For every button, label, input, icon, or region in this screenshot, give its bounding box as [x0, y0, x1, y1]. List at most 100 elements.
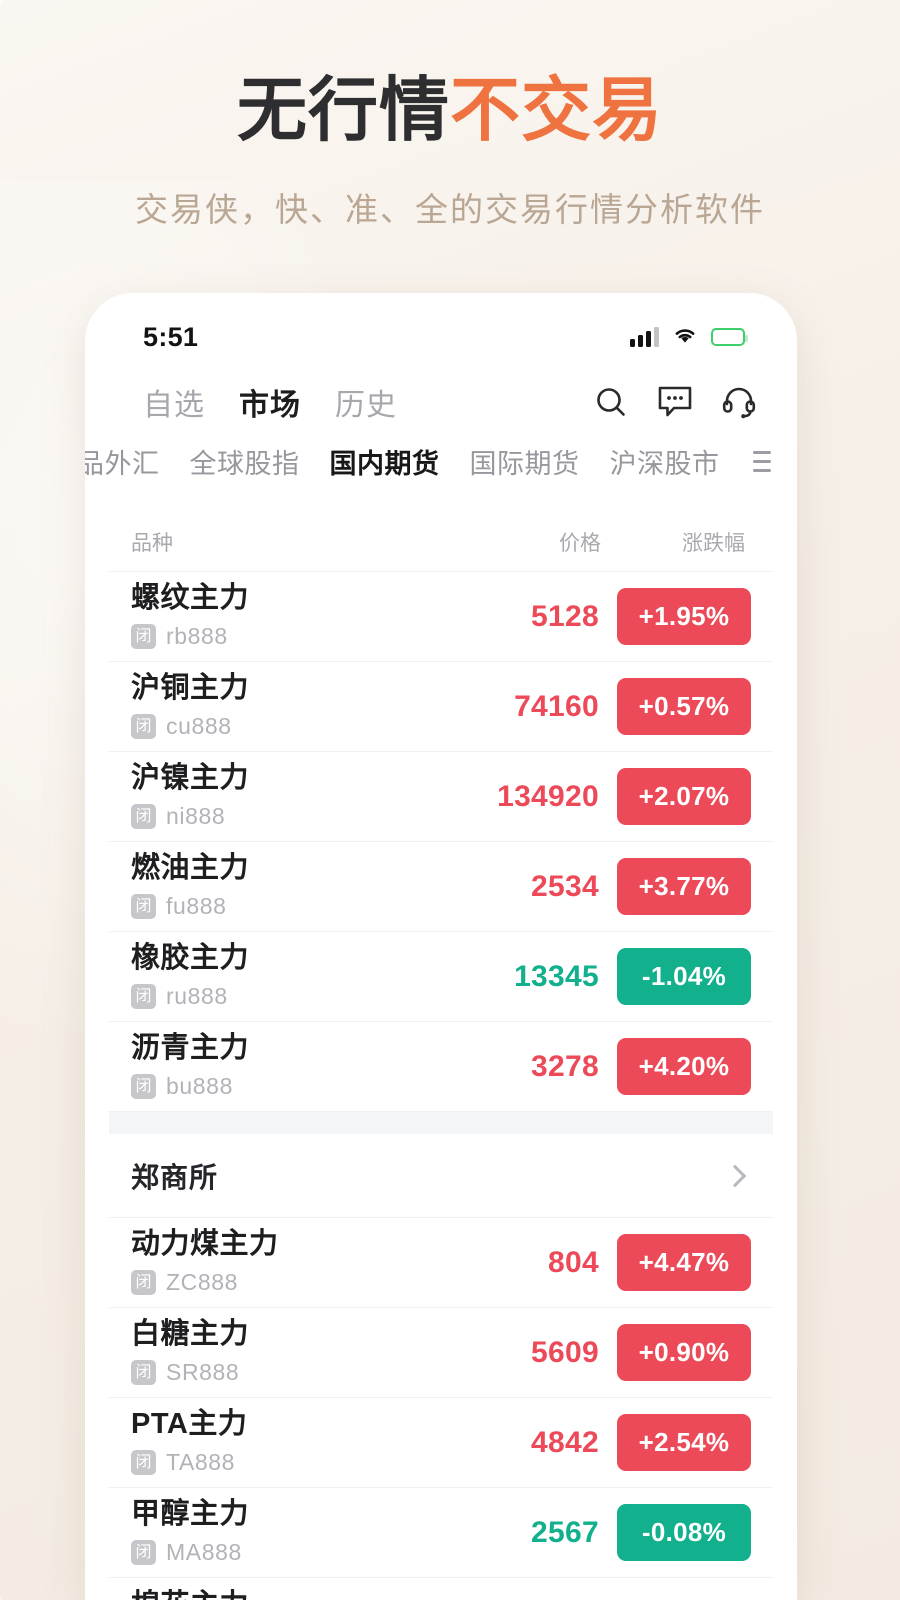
change-badge: +1.95% [617, 588, 751, 645]
tab-domestic-futures-label: 国内期货 [329, 448, 440, 479]
row-main: 动力煤主力 闭 ZC888 [131, 1227, 449, 1297]
table-row[interactable]: 棉花主力 闭 [109, 1578, 773, 1600]
change-badge: +0.57% [617, 678, 751, 735]
row-instrument-name: 沥青主力 [131, 1031, 250, 1064]
row-instrument-code: rb888 [166, 623, 228, 650]
row-price: 5128 [531, 599, 599, 633]
change-badge: +4.20% [617, 1038, 751, 1095]
row-instrument-code: cu888 [166, 713, 232, 740]
tab-international-futures[interactable]: 国际期货 [470, 442, 580, 481]
row-instrument-code: ru888 [166, 983, 228, 1010]
tab-forex[interactable]: 品外汇 [85, 442, 160, 481]
row-main: 沥青主力 闭 bu888 [131, 1031, 449, 1101]
main-navigation: 自选 市场 历史 [85, 367, 797, 429]
row-instrument-code: bu888 [166, 1073, 233, 1100]
row-main: 甲醇主力 闭 MA888 [131, 1497, 449, 1567]
status-icons: ⚡ [630, 325, 748, 350]
row-instrument-code: fu888 [166, 893, 227, 920]
row-change: +2.07% [617, 768, 751, 825]
row-price: 2567 [531, 1515, 599, 1549]
category-tabs-scroller[interactable]: 品外汇 全球股指 国内期货 国际期货 沪深股市 [85, 442, 753, 481]
promo-headline-part2: 不交易 [450, 71, 663, 149]
row-instrument-name: 沪铜主力 [131, 671, 250, 704]
promo-header: 无行情不交易 交易侠，快、准、全的交易行情分析软件 [0, 0, 900, 231]
row-price: 74160 [514, 689, 599, 723]
change-badge: +3.77% [617, 858, 751, 915]
row-instrument-code: ZC888 [166, 1269, 239, 1296]
table-row[interactable]: 动力煤主力 闭 ZC888 804 +4.47% [109, 1218, 773, 1308]
chevron-right-icon [723, 1164, 747, 1187]
market-closed-badge: 闭 [131, 804, 156, 830]
main-nav-tab-watchlist[interactable]: 自选 [143, 380, 205, 424]
headset-support-icon[interactable] [721, 384, 757, 420]
tab-domestic-futures[interactable]: 国内期货 [330, 442, 440, 481]
row-subline: 闭 cu888 [131, 713, 449, 740]
row-subline: 闭 bu888 [131, 1073, 449, 1100]
tab-global-indices[interactable]: 全球股指 [190, 442, 300, 481]
market-closed-badge: 闭 [131, 984, 156, 1010]
section-header-zhengzhou[interactable]: 郑商所 [109, 1134, 773, 1218]
table-row[interactable]: 白糖主力 闭 SR888 5609 +0.90% [109, 1308, 773, 1398]
chat-bubble-icon[interactable] [657, 385, 693, 419]
table-row[interactable]: 燃油主力 闭 fu888 2534 +3.77% [109, 842, 773, 932]
table-row[interactable]: 沪铜主力 闭 cu888 74160 +0.57% [109, 662, 773, 752]
column-header-change: 涨跌幅 [682, 532, 745, 555]
row-instrument-name: 动力煤主力 [131, 1227, 279, 1260]
row-change: +1.95% [617, 588, 751, 645]
table-row[interactable]: 橡胶主力 闭 ru888 13345 -1.04% [109, 932, 773, 1022]
table-row[interactable]: 螺纹主力 闭 rb888 5128 +1.95% [109, 572, 773, 662]
section-title: 郑商所 [131, 1161, 219, 1193]
row-instrument-name: PTA主力 [131, 1407, 248, 1440]
row-subline: 闭 ni888 [131, 803, 449, 830]
wifi-icon [672, 325, 698, 350]
tab-a-shares[interactable]: 沪深股市 [610, 442, 720, 481]
market-closed-badge: 闭 [131, 1540, 156, 1566]
change-badge: -0.08% [617, 1504, 751, 1561]
main-nav-tab-market[interactable]: 市场 [239, 380, 301, 424]
quote-list-section-2: 动力煤主力 闭 ZC888 804 +4.47% 白糖主力 闭 SR888 56… [85, 1218, 797, 1600]
table-row[interactable]: 甲醇主力 闭 MA888 2567 -0.08% [109, 1488, 773, 1578]
table-row[interactable]: 沥青主力 闭 bu888 3278 +4.20% [109, 1022, 773, 1112]
row-instrument-name: 棉花主力 [131, 1589, 449, 1600]
column-header-name: 品种 [131, 532, 173, 555]
row-subline: 闭 TA888 [131, 1449, 449, 1476]
main-nav-tab-history[interactable]: 历史 [335, 380, 397, 424]
promo-subheadline: 交易侠，快、准、全的交易行情分析软件 [135, 190, 765, 228]
row-main: 沪铜主力 闭 cu888 [131, 671, 449, 741]
row-price: 3278 [531, 1049, 599, 1083]
status-bar: 5:51 ⚡ [85, 293, 797, 367]
row-instrument-name: 沪镍主力 [131, 761, 250, 794]
hamburger-menu-icon[interactable] [753, 450, 797, 472]
market-closed-badge: 闭 [131, 1270, 156, 1296]
category-tabs: 品外汇 全球股指 国内期货 国际期货 沪深股市 [85, 429, 797, 493]
main-nav-tabs: 自选 市场 历史 [143, 380, 593, 424]
row-subline: 闭 ZC888 [131, 1269, 449, 1296]
row-instrument-name: 橡胶主力 [131, 941, 250, 974]
row-price: 5609 [531, 1335, 599, 1369]
row-subline: 闭 fu888 [131, 893, 449, 920]
row-change: -1.04% [617, 948, 751, 1005]
row-instrument-code: SR888 [166, 1359, 240, 1386]
row-instrument-name: 燃油主力 [131, 851, 250, 884]
table-row[interactable]: 沪镍主力 闭 ni888 134920 +2.07% [109, 752, 773, 842]
table-header: 品种 价格 涨跌幅 [109, 515, 773, 572]
table-row[interactable]: PTA主力 闭 TA888 4842 +2.54% [109, 1398, 773, 1488]
row-instrument-name: 甲醇主力 [131, 1497, 250, 1530]
main-nav-icons [593, 384, 757, 420]
row-main: 燃油主力 闭 fu888 [131, 851, 449, 921]
market-closed-badge: 闭 [131, 1074, 156, 1100]
row-main: 棉花主力 闭 [131, 1589, 449, 1600]
cellular-signal-icon [630, 327, 659, 347]
change-badge: +2.54% [617, 1414, 751, 1471]
status-time: 5:51 [143, 321, 199, 352]
row-price: 134920 [497, 779, 599, 813]
quote-list-section-1: 螺纹主力 闭 rb888 5128 +1.95% 沪铜主力 闭 cu888 74… [85, 572, 797, 1112]
market-closed-badge: 闭 [131, 1360, 156, 1386]
row-change: -0.08% [617, 1504, 751, 1561]
row-change: +0.57% [617, 678, 751, 735]
search-icon[interactable] [593, 384, 629, 420]
row-price: 804 [548, 1245, 599, 1279]
market-closed-badge: 闭 [131, 1450, 156, 1476]
row-main: 螺纹主力 闭 rb888 [131, 582, 449, 651]
column-header-price: 价格 [559, 532, 601, 555]
